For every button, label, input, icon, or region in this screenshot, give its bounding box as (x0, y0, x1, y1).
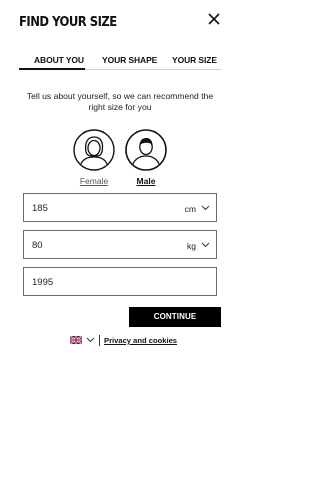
header: FIND YOUR SIZE (0, 0, 240, 44)
female-avatar-icon (73, 129, 115, 171)
tab-bar: ABOUT YOU YOUR SHAPE YOUR SIZE (19, 52, 221, 70)
birth-year-field[interactable]: 1995 (23, 267, 217, 296)
uk-flag-icon[interactable] (70, 336, 82, 344)
tab-your-shape[interactable]: YOUR SHAPE (102, 55, 157, 65)
birth-year-value: 1995 (32, 277, 54, 288)
chevron-down-icon[interactable] (201, 242, 210, 248)
height-value: 185 (32, 203, 48, 214)
height-field[interactable]: 185 cm (23, 193, 217, 222)
weight-field[interactable]: 80 kg (23, 230, 217, 259)
gender-option-male[interactable]: Male (124, 129, 168, 189)
gender-label-female: Female (79, 176, 109, 186)
intro-text: Tell us about yourself, so we can recomm… (26, 91, 214, 112)
divider (99, 335, 100, 346)
gender-label-male: Male (136, 176, 156, 186)
weight-value: 80 (32, 240, 43, 251)
footer: Privacy and cookies (0, 334, 240, 350)
page-title: FIND YOUR SIZE (19, 14, 117, 30)
weight-unit[interactable]: kg (187, 241, 196, 251)
privacy-link[interactable]: Privacy and cookies (104, 336, 177, 345)
male-avatar-icon (125, 129, 167, 171)
height-unit[interactable]: cm (185, 204, 196, 214)
close-icon[interactable] (206, 11, 222, 27)
active-tab-indicator (19, 68, 85, 70)
chevron-down-icon[interactable] (201, 205, 210, 211)
gender-option-female[interactable]: Female (72, 129, 116, 189)
chevron-down-icon[interactable] (86, 337, 95, 343)
tab-about-you[interactable]: ABOUT YOU (34, 55, 84, 65)
continue-button[interactable]: CONTINUE (129, 307, 221, 327)
tab-your-size[interactable]: YOUR SIZE (172, 55, 217, 65)
